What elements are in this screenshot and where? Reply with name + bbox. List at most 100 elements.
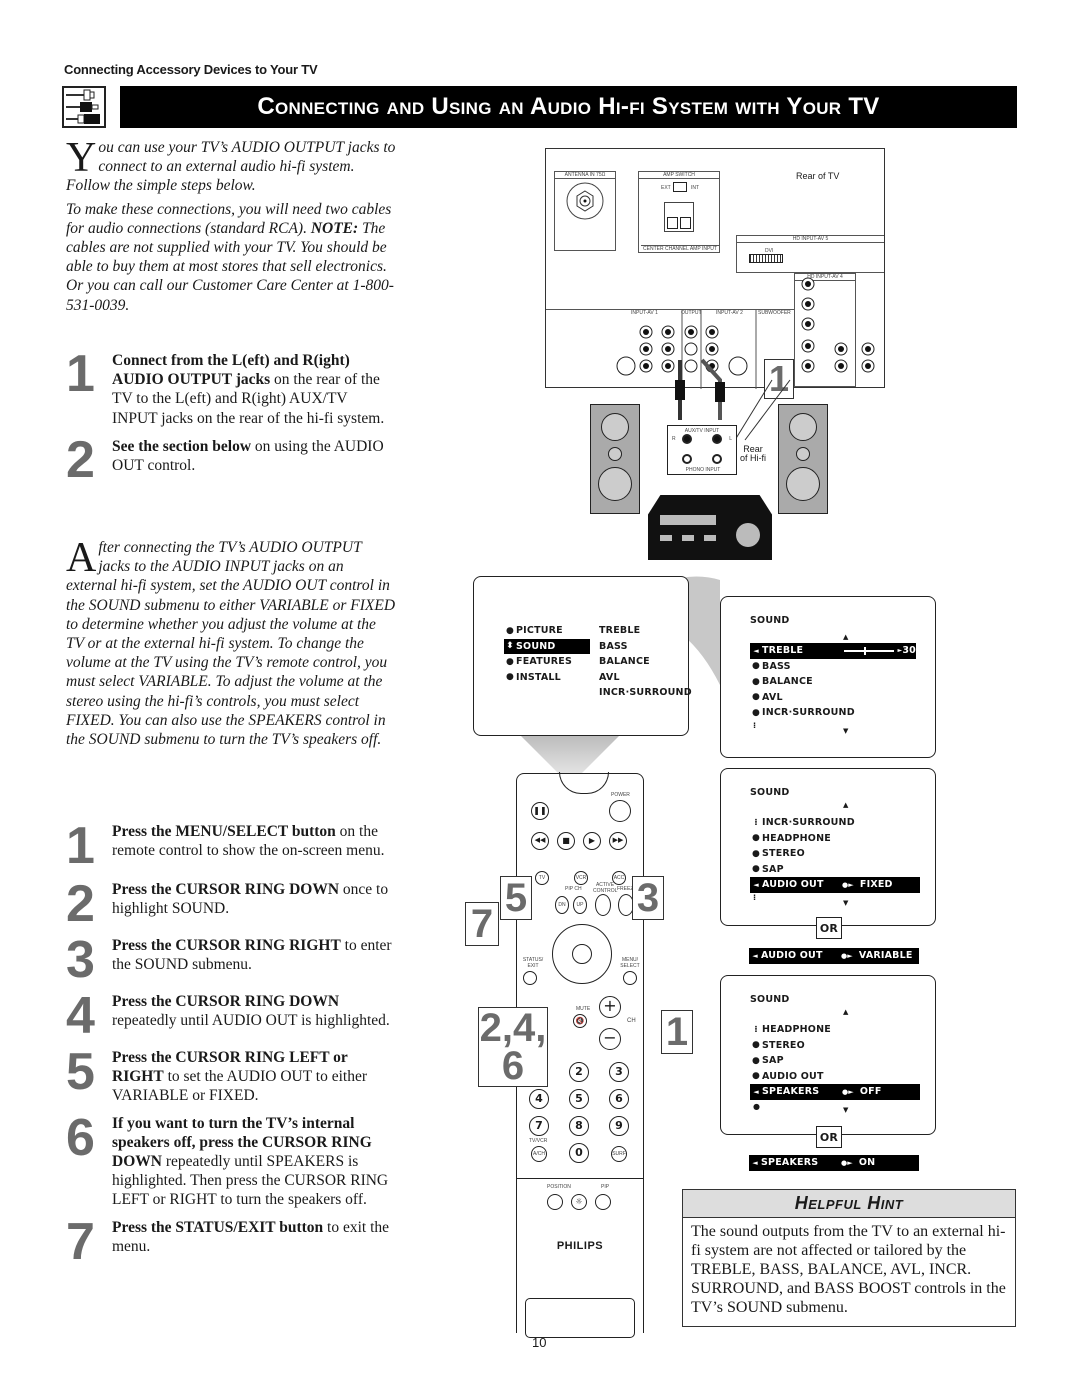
sound-menu-list: ⁝ INCR·SURROUND ● HEADPHONE ● STEREO ● SAP ◄… — [750, 815, 920, 893]
menu-step: 6 If you want to turn the TV’s internal … — [66, 1108, 396, 1210]
callout-7: 7 — [465, 902, 499, 946]
main-menu-screen: ● PICTURE ⬍ SOUND ● FEATURES ● INSTALL TREBL… — [473, 576, 692, 736]
sound-menu-speakers: SOUND ▲ ⁝ HEADPHONE ● STEREO ● SAP ● AUDIO O… — [720, 975, 936, 1148]
treble-slider[interactable] — [843, 646, 894, 655]
digit-3-button[interactable]: 3 — [609, 1062, 629, 1082]
menu-item[interactable]: ● INCR·SURROUND — [750, 705, 916, 721]
vcr-button[interactable]: VCR — [574, 871, 588, 885]
channel-up-button[interactable]: + — [599, 996, 621, 1018]
step-number: 6 — [66, 1108, 95, 1167]
step-bold: Press the CURSOR RING DOWN — [112, 993, 340, 1010]
scroll-down-icon: ▼ — [843, 727, 849, 735]
connect-step: 2 See the section below on using the AUD… — [66, 430, 396, 489]
power-label: POWER — [611, 792, 630, 798]
scroll-up-icon: ▲ — [843, 633, 849, 641]
light-icon[interactable]: ☼ — [571, 1194, 587, 1210]
pause-button[interactable]: ❚❚ — [531, 802, 549, 820]
menu-item-selected[interactable]: ◄ TREBLE ► 30 — [750, 643, 916, 659]
speakers-value: OFF — [859, 1086, 882, 1098]
pip-button[interactable] — [595, 1194, 611, 1210]
callout-1-remote: 1 — [661, 1010, 693, 1054]
digit-9-button[interactable]: 9 — [609, 1116, 629, 1136]
scroll-down-icon: ▼ — [843, 899, 849, 907]
main-menu-left: ● PICTURE ⬍ SOUND ● FEATURES ● INSTALL — [504, 623, 590, 685]
tv-button[interactable]: TV — [535, 871, 549, 885]
step-number: 2 — [66, 430, 95, 489]
left-speaker — [590, 404, 640, 514]
menu-item[interactable]: ● PICTURE — [504, 623, 590, 639]
connect-steps: 1 Connect from the L(eft) and R(ight) AU… — [66, 345, 396, 489]
hifi-rear-panel: AUX/TV INPUT R L PHONO INPUT — [667, 425, 737, 475]
menu-item[interactable]: ● BALANCE — [750, 674, 916, 690]
channel-down-button[interactable]: − — [599, 1028, 621, 1050]
connect-step: 1 Connect from the L(eft) and R(ight) AU… — [66, 345, 396, 428]
play-button[interactable]: ▶ — [583, 832, 601, 850]
status-exit-button[interactable] — [523, 971, 537, 985]
menu-item[interactable]: ● SAP — [750, 1053, 920, 1069]
mute-button[interactable]: 🔇 — [573, 1014, 587, 1028]
menu-item[interactable]: ⁝ HEADPHONE — [750, 1022, 920, 1038]
menu-item[interactable]: ● INSTALL — [504, 670, 590, 686]
pip-ch-up-button[interactable]: UP — [573, 896, 587, 914]
note-label: NOTE: — [310, 219, 359, 237]
hifi-label-line2: of Hi-fi — [740, 453, 767, 463]
submenu-item: TREBLE — [599, 625, 641, 637]
menu-item[interactable]: ● AUDIO OUT — [750, 1069, 920, 1085]
menu-item[interactable]: ● AVL — [750, 690, 916, 706]
menu-item[interactable]: ⁝ INCR·SURROUND — [750, 815, 920, 831]
stop-button[interactable]: ■ — [557, 832, 575, 850]
fast-forward-button[interactable]: ▶▶ — [609, 832, 627, 850]
menu-item[interactable]: ● HEADPHONE — [750, 831, 920, 847]
pip-label: PIP — [601, 1184, 610, 1190]
menu-item[interactable]: ● STEREO — [750, 846, 920, 862]
menu-item-selected[interactable]: ⬍ SOUND — [504, 638, 590, 654]
digit-8-button[interactable]: 8 — [569, 1116, 589, 1136]
power-button[interactable] — [609, 800, 631, 822]
digit-4-button[interactable]: 4 — [529, 1089, 549, 1109]
menu-item[interactable]: ● FEATURES — [504, 654, 590, 670]
ch-label: CH — [627, 1018, 636, 1024]
a-ch-button[interactable]: A/CH — [531, 1146, 547, 1162]
menu-step: 7 Press the STATUS/EXIT button to exit t… — [66, 1216, 396, 1268]
rewind-button[interactable]: ◀◀ — [531, 832, 549, 850]
submenu-item: INCR·SURROUND — [599, 687, 692, 699]
digit-5-button[interactable]: 5 — [569, 1089, 589, 1109]
digit-2-button[interactable]: 2 — [569, 1062, 589, 1082]
active-control-button[interactable] — [595, 894, 611, 916]
digit-7-button[interactable]: 7 — [529, 1116, 549, 1136]
sound-menu-title: SOUND — [750, 615, 790, 626]
step-number: 1 — [66, 345, 95, 403]
callout-2-4-6-line2: 6 — [501, 1044, 525, 1088]
digit-0-button[interactable]: 0 — [569, 1143, 589, 1163]
intro-paragraph-1: ou can use your TV’s AUDIO OUTPUT jacks … — [66, 139, 396, 195]
phono-input-label: PHONO INPUT — [685, 467, 721, 473]
menu-item-selected[interactable]: ◄ SPEAKERS ●► OFF — [750, 1084, 920, 1100]
sound-menu-treble: SOUND ▲ ◄ TREBLE ► 30 ● BASS ● BALANCE ● AVL … — [720, 596, 936, 758]
menu-item[interactable]: ● STEREO — [750, 1038, 920, 1054]
step-bold: Press the CURSOR RING RIGHT — [112, 937, 341, 954]
callout-5: 5 — [500, 876, 532, 920]
cursor-center-button[interactable] — [572, 944, 592, 964]
menu-item[interactable]: ● SAP — [750, 862, 920, 878]
volume-knob — [736, 523, 760, 547]
page-title: Connecting and Using an Audio Hi-fi Syst… — [120, 86, 1017, 128]
more-items-icon: ⁝ — [753, 893, 757, 902]
position-button[interactable] — [547, 1194, 563, 1210]
menu-select-button[interactable] — [623, 971, 637, 985]
speakers-alternate-value: ON — [858, 1157, 876, 1169]
page-number: 10 — [532, 1335, 547, 1350]
menu-item-selected[interactable]: ◄ AUDIO OUT ●► FIXED — [750, 877, 920, 893]
menu-step: 4 Press the CURSOR RING DOWN repeatedly … — [66, 990, 396, 1042]
pip-ch-down-button[interactable]: DN — [555, 896, 569, 914]
digit-6-button[interactable]: 6 — [609, 1089, 629, 1109]
surf-button[interactable]: SURF — [611, 1146, 627, 1162]
step-bold: Press the CURSOR RING DOWN — [112, 881, 340, 898]
scroll-up-icon: ▲ — [843, 1008, 849, 1016]
hint-title: Helpful Hint — [683, 1190, 1015, 1218]
active-control-label: ACTIVE CONTROL — [593, 882, 618, 894]
more-items-icon: ⁝ — [753, 721, 757, 730]
cursor-ring[interactable] — [552, 924, 612, 984]
dropcap: A — [66, 535, 97, 581]
menu-item[interactable]: ● BASS — [750, 659, 916, 675]
or-label: OR — [816, 1126, 842, 1148]
